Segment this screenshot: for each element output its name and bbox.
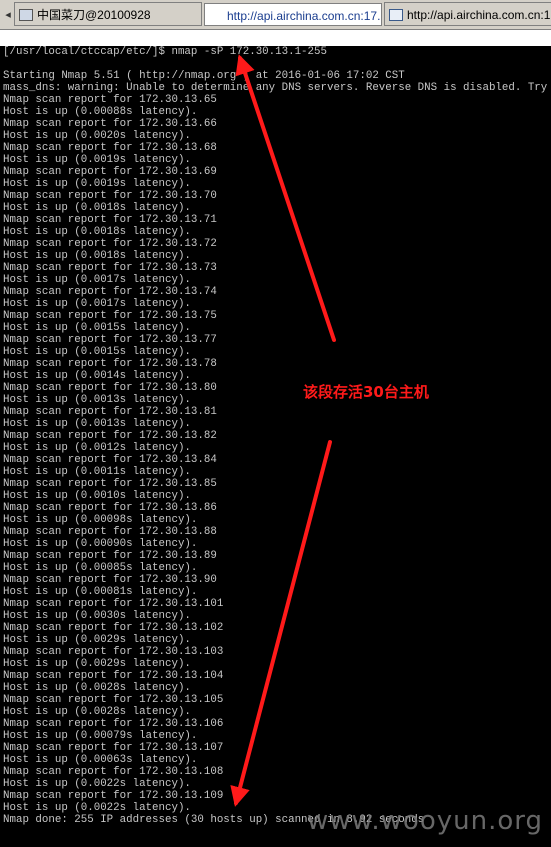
terminal-line: Host is up (0.0015s latency). [3, 322, 191, 334]
terminal-line: Host is up (0.0010s latency). [3, 490, 191, 502]
terminal-line: Host is up (0.00098s latency). [3, 514, 198, 526]
terminal-line: Nmap scan report for 172.30.13.73 [3, 262, 217, 274]
terminal-line: Nmap scan report for 172.30.13.81 [3, 406, 217, 418]
terminal-line: Host is up (0.0029s latency). [3, 658, 191, 670]
terminal-line: Nmap scan report for 172.30.13.88 [3, 526, 217, 538]
terminal-line: Nmap scan report for 172.30.13.101 [3, 598, 224, 610]
terminal-line: Host is up (0.0020s latency). [3, 130, 191, 142]
terminal-line: mass_dns: warning: Unable to determine a… [3, 82, 548, 94]
terminal-line: Host is up (0.00090s latency). [3, 538, 198, 550]
tab-label: 中国菜刀@20100928 [37, 7, 151, 22]
terminal-line: Nmap scan report for 172.30.13.102 [3, 622, 224, 634]
terminal-line: Host is up (0.0019s latency). [3, 178, 191, 190]
terminal-line: Host is up (0.00081s latency). [3, 586, 198, 598]
terminal-line: [/usr/local/ctccap/etc/]$ nmap -sP 172.3… [3, 46, 327, 58]
annotation-text: 该段存活30台主机 [303, 383, 429, 401]
terminal-line: Nmap scan report for 172.30.13.90 [3, 574, 217, 586]
terminal-line: Nmap scan report for 172.30.13.77 [3, 334, 217, 346]
terminal-line: Host is up (0.0018s latency). [3, 250, 191, 262]
terminal-line: Nmap scan report for 172.30.13.71 [3, 214, 217, 226]
terminal-line: Nmap scan report for 172.30.13.69 [3, 166, 217, 178]
terminal-line: Host is up (0.00079s latency). [3, 730, 198, 742]
terminal-output[interactable]: [/usr/local/ctccap/etc/]$ nmap -sP 172.3… [0, 46, 551, 847]
terminal-line: Nmap scan report for 172.30.13.86 [3, 502, 217, 514]
tab-caidao[interactable]: 中国菜刀@20100928 [14, 2, 202, 26]
terminal-line: Host is up (0.0017s latency). [3, 274, 191, 286]
terminal-line: Host is up (0.0012s latency). [3, 442, 191, 454]
tab-terminal[interactable]: http://api.airchina.com.cn:17... [204, 3, 382, 26]
terminal-line: Nmap scan report for 172.30.13.104 [3, 670, 224, 682]
terminal-line: Nmap scan report for 172.30.13.103 [3, 646, 224, 658]
terminal-line: Nmap scan report for 172.30.13.70 [3, 190, 217, 202]
terminal-line: Host is up (0.0014s latency). [3, 370, 191, 382]
tab-label: http://api.airchina.com.cn:17... [227, 8, 382, 23]
terminal-line: Host is up (0.0029s latency). [3, 634, 191, 646]
terminal-line: Host is up (0.0015s latency). [3, 346, 191, 358]
terminal-line: Nmap scan report for 172.30.13.108 [3, 766, 224, 778]
terminal-line: Host is up (0.0028s latency). [3, 682, 191, 694]
terminal-line: Nmap scan report for 172.30.13.72 [3, 238, 217, 250]
terminal-line: Nmap scan report for 172.30.13.65 [3, 94, 217, 106]
terminal-line: Host is up (0.00085s latency). [3, 562, 198, 574]
tab-page[interactable]: http://api.airchina.com.cn:17... [384, 2, 551, 26]
terminal-line: Host is up (0.0030s latency). [3, 610, 191, 622]
page-icon [389, 8, 403, 21]
terminal-line: Host is up (0.0019s latency). [3, 154, 191, 166]
terminal-line: Host is up (0.0028s latency). [3, 706, 191, 718]
terminal-line: Host is up (0.0017s latency). [3, 298, 191, 310]
terminal-line: Host is up (0.0011s latency). [3, 466, 191, 478]
terminal-line: Host is up (0.00088s latency). [3, 106, 198, 118]
terminal-line: Host is up (0.0018s latency). [3, 226, 191, 238]
terminal-line: Host is up (0.00063s latency). [3, 754, 198, 766]
terminal-line: Nmap scan report for 172.30.13.84 [3, 454, 217, 466]
tab-bar: ◂ 中国菜刀@20100928 http://api.airchina.com.… [0, 0, 551, 30]
terminal-line: Nmap scan report for 172.30.13.82 [3, 430, 217, 442]
terminal-line: Nmap scan report for 172.30.13.66 [3, 118, 217, 130]
terminal-line: Nmap scan report for 172.30.13.80 [3, 382, 217, 394]
terminal-line: Nmap scan report for 172.30.13.78 [3, 358, 217, 370]
terminal-line: Nmap scan report for 172.30.13.85 [3, 478, 217, 490]
watermark: www.wooyun.org [306, 806, 543, 836]
terminal-line: Nmap scan report for 172.30.13.68 [3, 142, 217, 154]
terminal-lines: [/usr/local/ctccap/etc/]$ nmap -sP 172.3… [0, 46, 551, 826]
app-icon [19, 8, 33, 21]
terminal-line: Host is up (0.0022s latency). [3, 778, 191, 790]
terminal-line: Starting Nmap 5.51 ( http://nmap.org ) a… [3, 70, 405, 82]
terminal-line: Nmap scan report for 172.30.13.106 [3, 718, 224, 730]
terminal-line: Nmap scan report for 172.30.13.89 [3, 550, 217, 562]
terminal-line: Nmap scan report for 172.30.13.105 [3, 694, 224, 706]
terminal-line: Nmap scan report for 172.30.13.109 [3, 790, 224, 802]
terminal-line: Nmap scan report for 172.30.13.74 [3, 286, 217, 298]
terminal-line: Nmap scan report for 172.30.13.75 [3, 310, 217, 322]
terminal-line: Host is up (0.0013s latency). [3, 418, 191, 430]
terminal-line: Nmap scan report for 172.30.13.107 [3, 742, 224, 754]
terminal-line: Host is up (0.0018s latency). [3, 202, 191, 214]
tab-label: http://api.airchina.com.cn:17... [407, 7, 551, 22]
terminal-line: Host is up (0.0013s latency). [3, 394, 191, 406]
